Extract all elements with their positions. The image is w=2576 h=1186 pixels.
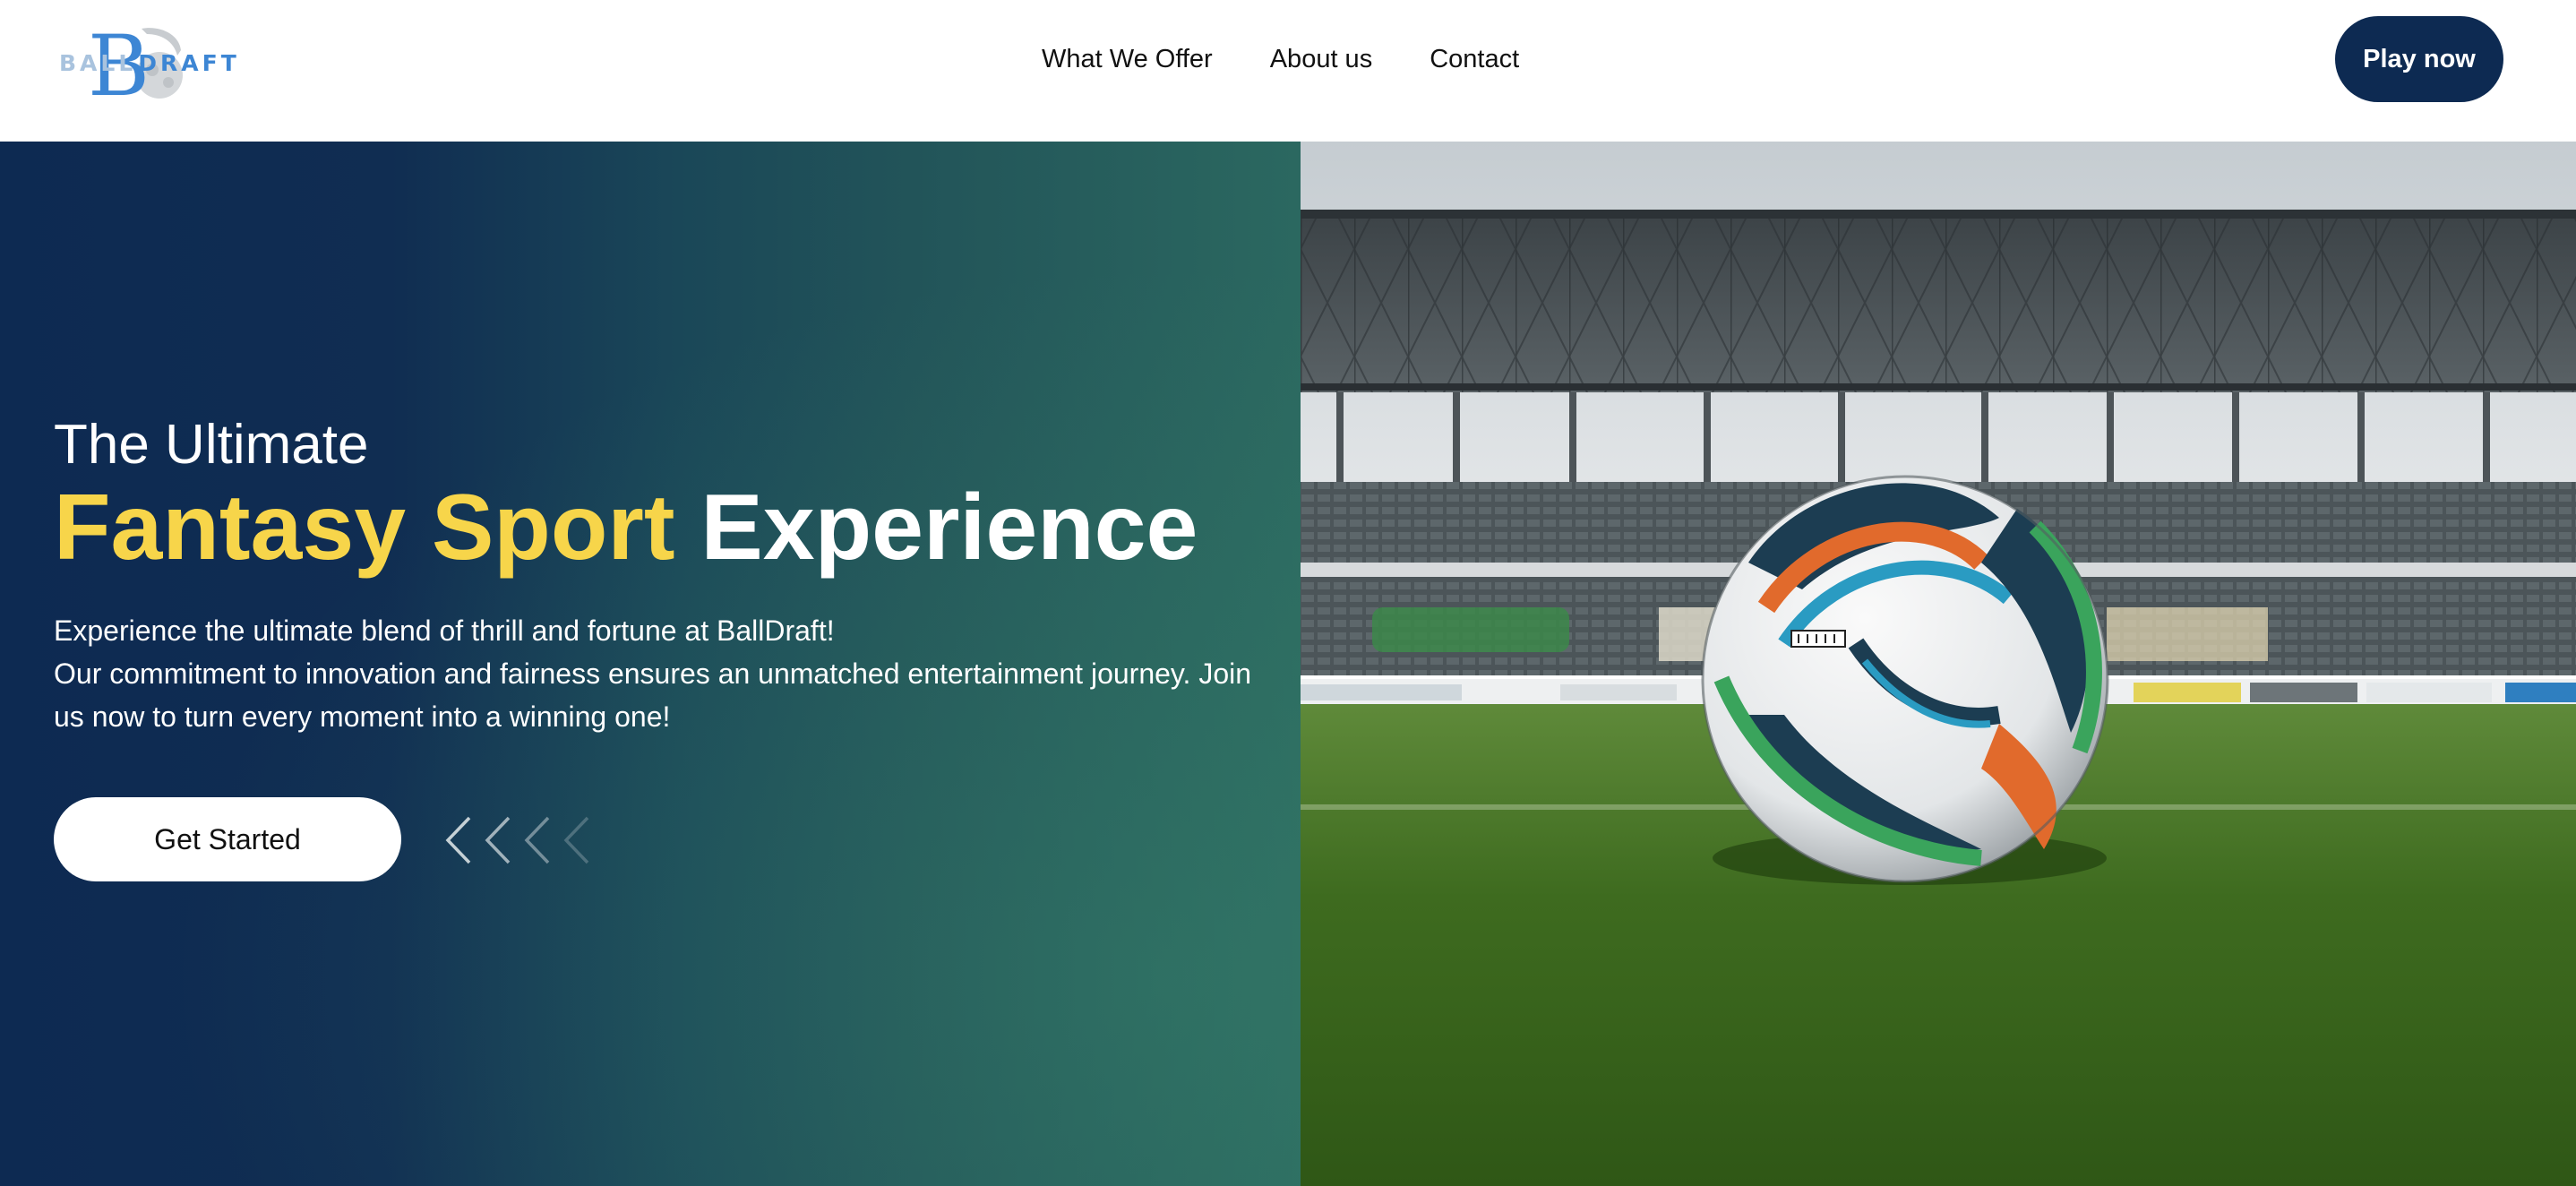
stadium-soccer-ball-photo: [1301, 142, 2576, 1186]
play-now-button[interactable]: Play now: [2335, 16, 2503, 102]
hero-headline-rest: Experience: [700, 476, 1198, 580]
site-header: B BALLDRAFT What We Offer About us Conta…: [0, 0, 2576, 142]
hero-text-panel: The Ultimate Fantasy Sport Experience Ex…: [0, 142, 1301, 1186]
brand-wordmark: BALLDRAFT: [59, 50, 236, 77]
brand-wordmark-accent: DRAFT: [138, 50, 240, 76]
chevrons-left-icon: [442, 813, 604, 867]
hero-description: Experience the ultimate blend of thrill …: [54, 609, 1281, 738]
hero-section: The Ultimate Fantasy Sport Experience Ex…: [0, 142, 2576, 1186]
hero-headline-highlight: Fantasy Sport: [54, 476, 675, 580]
brand-wordmark-light: BALL: [59, 50, 137, 76]
brand-logo[interactable]: B BALLDRAFT: [59, 23, 236, 104]
nav-item-what-we-offer[interactable]: What We Offer: [1042, 39, 1213, 79]
hero-headline: Fantasy Sport Experience: [54, 475, 1198, 582]
hero-tagline: The Ultimate: [54, 414, 369, 476]
nav-item-contact[interactable]: Contact: [1430, 39, 1519, 79]
hero-description-line1: Experience the ultimate blend of thrill …: [54, 614, 835, 647]
get-started-button[interactable]: Get Started: [54, 797, 401, 881]
main-nav: What We Offer About us Contact: [1042, 39, 1519, 79]
hero-description-line2: Our commitment to innovation and fairnes…: [54, 657, 1252, 733]
nav-item-about-us[interactable]: About us: [1270, 39, 1372, 79]
